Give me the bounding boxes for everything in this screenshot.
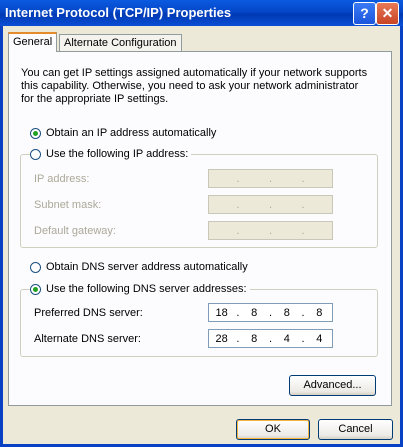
octet: 4 bbox=[283, 332, 290, 345]
radio-unchecked-icon[interactable] bbox=[30, 261, 41, 273]
advanced-button[interactable]: Advanced... bbox=[289, 375, 376, 396]
octet: 8 bbox=[316, 306, 323, 319]
use-following-dns-radio[interactable]: Use the following DNS server addresses: bbox=[30, 282, 250, 296]
use-following-ip-radio[interactable]: Use the following IP address: bbox=[30, 147, 192, 161]
default-gateway-label: Default gateway: bbox=[34, 225, 116, 237]
octet: 8 bbox=[251, 306, 258, 319]
ip-address-label: IP address: bbox=[34, 173, 90, 185]
close-icon[interactable]: ✕ bbox=[376, 2, 399, 25]
use-following-dns-label: Use the following DNS server addresses: bbox=[46, 283, 247, 295]
octet: 4 bbox=[316, 332, 323, 345]
radio-checked-icon[interactable] bbox=[30, 127, 41, 139]
obtain-dns-auto-radio[interactable]: Obtain DNS server address automatically bbox=[30, 260, 248, 274]
radio-checked-icon[interactable] bbox=[30, 283, 41, 295]
octet: 18 bbox=[215, 306, 228, 319]
radio-unchecked-icon[interactable] bbox=[30, 148, 41, 160]
ok-button[interactable]: OK bbox=[236, 419, 310, 440]
default-gateway-field[interactable]: . . . bbox=[208, 221, 333, 240]
obtain-dns-auto-label: Obtain DNS server address automatically bbox=[46, 261, 248, 273]
octet: 8 bbox=[251, 332, 258, 345]
help-icon[interactable]: ? bbox=[353, 2, 376, 25]
octet: 28 bbox=[215, 332, 228, 345]
subnet-mask-field[interactable]: . . . bbox=[208, 195, 333, 214]
intro-text: You can get IP settings assigned automat… bbox=[21, 67, 368, 105]
preferred-dns-label: Preferred DNS server: bbox=[34, 307, 143, 319]
window-title: Internet Protocol (TCP/IP) Properties bbox=[5, 5, 232, 20]
subnet-mask-label: Subnet mask: bbox=[34, 199, 102, 211]
cancel-button[interactable]: Cancel bbox=[318, 419, 393, 440]
alternate-dns-field[interactable]: 28. 8. 4. 4 bbox=[208, 329, 333, 348]
octet: 8 bbox=[283, 306, 290, 319]
use-following-ip-label: Use the following IP address: bbox=[46, 148, 189, 160]
tab-alternate-configuration[interactable]: Alternate Configuration bbox=[59, 34, 182, 52]
preferred-dns-field[interactable]: 18. 8. 8. 8 bbox=[208, 303, 333, 322]
title-bar[interactable]: Internet Protocol (TCP/IP) Properties ? … bbox=[0, 0, 403, 26]
tab-general[interactable]: General bbox=[8, 32, 58, 52]
ip-address-field[interactable]: . . . bbox=[208, 169, 333, 188]
alternate-dns-label: Alternate DNS server: bbox=[34, 333, 141, 345]
obtain-ip-auto-radio[interactable]: Obtain an IP address automatically bbox=[30, 126, 216, 140]
obtain-ip-auto-label: Obtain an IP address automatically bbox=[46, 127, 217, 139]
